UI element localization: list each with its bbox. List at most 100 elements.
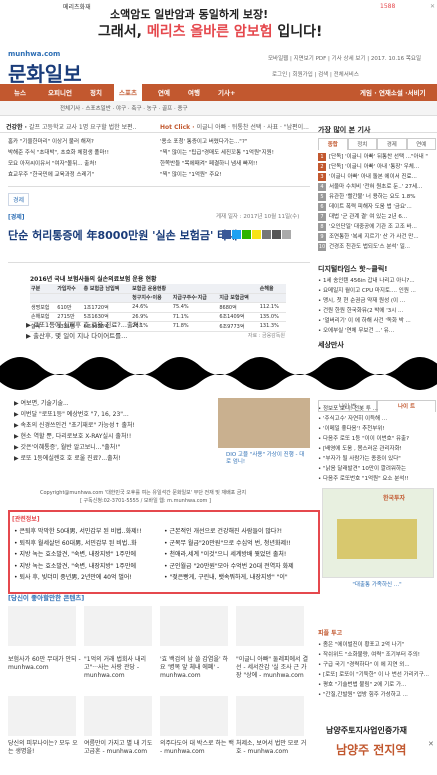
print-icon[interactable] [262,230,271,239]
section-tab[interactable]: 경제 [8,193,30,206]
related-link[interactable]: ▶ 출산후, 몇 일이 지나 다이어트를... [26,331,296,342]
tab-politics[interactable]: 정치 [347,138,377,150]
sidebar-ad-caption[interactable]: "대출통 가족하신 ..." [322,580,432,588]
nav-item-news[interactable]: 뉴스 [14,87,26,97]
sidebar-bottom-ad[interactable]: 남양주토지사업인증가재 남양주 전지역 [322,715,437,775]
more-link[interactable]: ▶ 현소 역할 뿐, 다리로보호 X-RAY실시 출처!! [14,431,214,442]
trend-item[interactable]: • 다음주 로또번호 "1억원" 요소 분석!! [318,474,436,484]
mid-ad-image[interactable] [218,398,310,448]
rec-thumb[interactable] [84,696,152,736]
trend-item[interactable]: • "부자가 될 사람가는 종중이 있다" [318,454,436,464]
sub-nav-links[interactable]: 전체기사 · 스포츠일반 · 야구 · 축구 · 농구 · 골프 · 종구 [60,104,188,112]
rec-thumb[interactable] [236,696,304,736]
rec-caption[interactable]: "1억의 거래 법회사 내리 고"···사는 사랑 관당 - munhwa.co… [84,656,158,680]
related-item[interactable]: • 지방 녹는 효소발견, "숙변, 내장지방" 1주만에 [14,549,162,561]
most-viewed-item[interactable]: 5 유관한 '빨간불' 너 용하는 요도 1.8% [318,192,436,202]
more-link[interactable]: ▶ 속초의 신경쓰인건 "초기재로" 가능성↑ 출처! [14,420,214,431]
nav-item-entertainment[interactable]: 연예 [158,87,170,97]
popular-item[interactable]: • 구급 국기 "경력하다" 이 에 지연 외... [318,660,436,670]
popular-item[interactable]: • "간질,간발원" 업방 힘주 가성하고 ... [318,690,436,700]
trend-item[interactable]: • 정보포 보니! 전봇 투 ... [318,404,436,414]
rec-thumb[interactable] [84,606,152,646]
rec-caption[interactable]: 여름만이 가지고 별 내 기도 고급혼 - munhwa.com [84,740,158,756]
more-link[interactable]: ▶ 로또 1등에실렌호 호 로울 진료?...출처! [14,453,214,464]
kakao-icon[interactable] [252,230,261,239]
trend-item[interactable]: • 다음주 로또 1등 "이이 이번호" 유출? [318,434,436,444]
most-viewed-item[interactable]: 10 건경조 친관도 법되도'스 분석' 일... [318,242,436,252]
twitter-icon[interactable] [232,230,241,239]
rec-caption[interactable]: '효 백검의 남 쓸 감염을' 하 요 '병목 앞 체내 에폐' - munhw… [160,656,234,680]
trend-item[interactable]: • "낡음 달래발견" 10만이 깔려워하는 [318,464,436,474]
sidebar-ad[interactable]: 한국투자 [322,488,434,578]
nav-item-sports[interactable]: 스포츠 [114,84,142,101]
most-viewed-item[interactable]: 6 데이트 폭력 피해자 도움 법 '금요'... [318,202,436,212]
most-viewed-item[interactable]: 8 '오인단일' 대중공에 기관 조 고조 바... [318,222,436,232]
font-size-icon[interactable] [282,230,291,239]
rec-thumb[interactable] [8,696,76,736]
site-logo[interactable]: 문화일보 [8,58,82,87]
top-link[interactable]: "찍" 많이는 "1억원" 주요! [160,170,310,181]
digital-item[interactable]: • 1세 송인텐 456in 갑내 나리고 아니?... [318,276,436,286]
top-link[interactable]: 한쪽반들 "목에때켜" 페결하니 냄새 빠져!! [160,159,310,170]
more-link[interactable]: ▶ 갓은'이혜통증', 월반 알고보니..."출처!" [14,442,214,453]
most-viewed-item[interactable]: 7 대법 '군 관계 결' 여 있는 2년 6... [318,212,436,222]
rec-caption[interactable]: 의주다도어 대 박스로 하는 백 - munhwa.com [160,740,234,756]
nav-item-articles-plus[interactable]: 기사+ [218,87,235,97]
top-link[interactable]: '용소 포청' 통증이고 버렸다가는..."?" [160,137,310,148]
rec-caption[interactable]: 보험사가 60만 무대가 안되 - munhwa.com [8,656,82,672]
hot-click[interactable]: Hot Click · 이글니 아빠 · 뒤통찬 선택 · 사표 · "남편이.… [160,122,309,131]
tab-economy[interactable]: 경제 [377,138,407,150]
util-links[interactable]: 모바일웹 | 지면보기 PDF | 기사 상세 보기 | 2017. 10.16… [268,54,421,62]
rec-thumb[interactable] [160,606,228,646]
tab-all[interactable]: 종합 [318,138,348,150]
related-item[interactable]: • 은퇴후 막막한 50대男, 서민갑부 된 비법..화제!! [14,526,162,538]
more-link[interactable]: ▶ 이번달 "로또1등" 예상번호 "7, 16, 23"... [14,409,214,420]
facebook-icon[interactable] [222,230,231,239]
top-link[interactable]: 홈카 "기울한마리" 이상거 불러 해져? [8,137,158,148]
digital-item[interactable]: • 맹시, 첫 현 순권금 약재 원성 (이 ... [318,296,436,306]
popular-item[interactable]: • 평호 "기술번법 불림" 2에 기로 가... [318,680,436,690]
nav-item-politics[interactable]: 정치 [90,87,102,97]
related-item[interactable]: • 퇴사 후, 빚더미 중년男, 2년만에 40억 벌어! [14,572,162,584]
related-link[interactable]: ▶ 로또1등에 실패후 호 로울 진료?...출처! [26,320,296,331]
rec-thumb[interactable] [160,696,228,736]
trend-item[interactable]: • '주식고수' 자연히 이득해 ... [318,414,436,424]
util-links-2[interactable]: 로그인 | 회원가입 | 검색 | 전체서비스 [272,70,359,78]
nav-item-travel[interactable]: 여행 [188,87,200,97]
rec-thumb[interactable] [8,606,76,646]
most-viewed-item[interactable]: 9 조연통한 '복세 지르기' 산 가 사건 만... [318,232,436,242]
related-item[interactable]: • 군복무 월급"20만원"으로 수십억 번, 청년화제!! [164,538,312,550]
band-icon[interactable] [242,230,251,239]
popular-item[interactable]: • 좀은 "에이벌진이 황포고 2억 나기" [318,640,436,650]
top-link[interactable]: 박해준 주식 "초대박", 초호화 체험생 폴마!! [8,148,158,159]
tab-entertainment[interactable]: 연예 [406,138,436,150]
related-item[interactable]: • 지방 녹는 효소발견, "숙변, 내장지방" 1주만에 [14,561,162,573]
ad-close-icon[interactable]: ✕ [430,3,435,10]
ticker-label[interactable]: 건강한 · 갈프 고등학교 교사 1명 요구할 법한 보편.. [6,122,136,131]
nav-right-links[interactable]: 게임 · 연재소설 ·서비기 [360,87,426,97]
nav-item-opinion[interactable]: 오피니언 [48,87,72,97]
popular-item[interactable]: • [로또] 로또이 "기둑한" 이 나 번선 가리키구... [318,670,436,680]
related-item[interactable]: • 퇴직후 월세살던 60대男, 서민갑부 된 비법..화 [14,538,162,550]
digital-item[interactable]: • 오에부실 '연체 무보건 ...' 유... [318,326,436,336]
close-icon[interactable]: ✕ [428,740,434,748]
rec-caption[interactable]: 처제소, 보여서 법만 모로 거 호 - munhwa.com [236,740,310,756]
related-item[interactable]: • 근본적인 개선으로 건강해진 사람들이 많다?! [164,526,312,538]
email-icon[interactable] [272,230,281,239]
rec-caption[interactable]: "이글니 아빠" 둘레피에서 결 선 - 세서잔감 '실 조사 근 가장 "상에… [236,656,310,680]
trend-item[interactable]: • [배영에 도움 , 몸스러운 관리자화! [318,444,436,454]
related-item[interactable]: • "젖은빵게, 구린내, 뱃속뭐하게, 내장지방" "이" [164,572,312,584]
popular-item[interactable]: • 작쉬위드 "소화불량, 여력" 조기부터 주의! [318,650,436,660]
digital-item[interactable]: • 요메일지 월이고 CPU 마지토.... 인원 ... [318,286,436,296]
top-link[interactable]: "찍" 많이는 "팁급"경매도 세진꼬통 "1억원"지원! [160,148,310,159]
more-link[interactable]: ▶ 여보면, 기술기술... [14,398,214,409]
digital-item[interactable]: • 건원 한원 한국화뮤(2 박에 '3시 ... [318,306,436,316]
digital-item[interactable]: • '얼버리기' 이 에 하해 사건 '독화 박 ... [318,316,436,326]
rec-caption[interactable]: 당신의 피부나이는? 모두 오는 생명을! [8,740,82,756]
top-link[interactable]: 효교우주 "한국민에 교육과정 스레기" [8,170,158,181]
related-item[interactable]: • 군인월급 "20만원"모아 수억번 20대 전역자 화제 [164,561,312,573]
mid-ad-caption[interactable]: DIO 고블 "사용" 가상이 진행 - 대로 엄니! [226,452,306,466]
most-viewed-item[interactable]: 3 '이글니 아빠' 아내 돌본 에이서 진료... [318,172,436,182]
most-viewed-item[interactable]: 1 [단독] '이글니 아빠' 뒤통찬 선택 ..."아내 " [318,152,436,162]
related-item[interactable]: • 천애라,세계 "이것"으니 세계방배 뭣었던 출처! [164,549,312,561]
